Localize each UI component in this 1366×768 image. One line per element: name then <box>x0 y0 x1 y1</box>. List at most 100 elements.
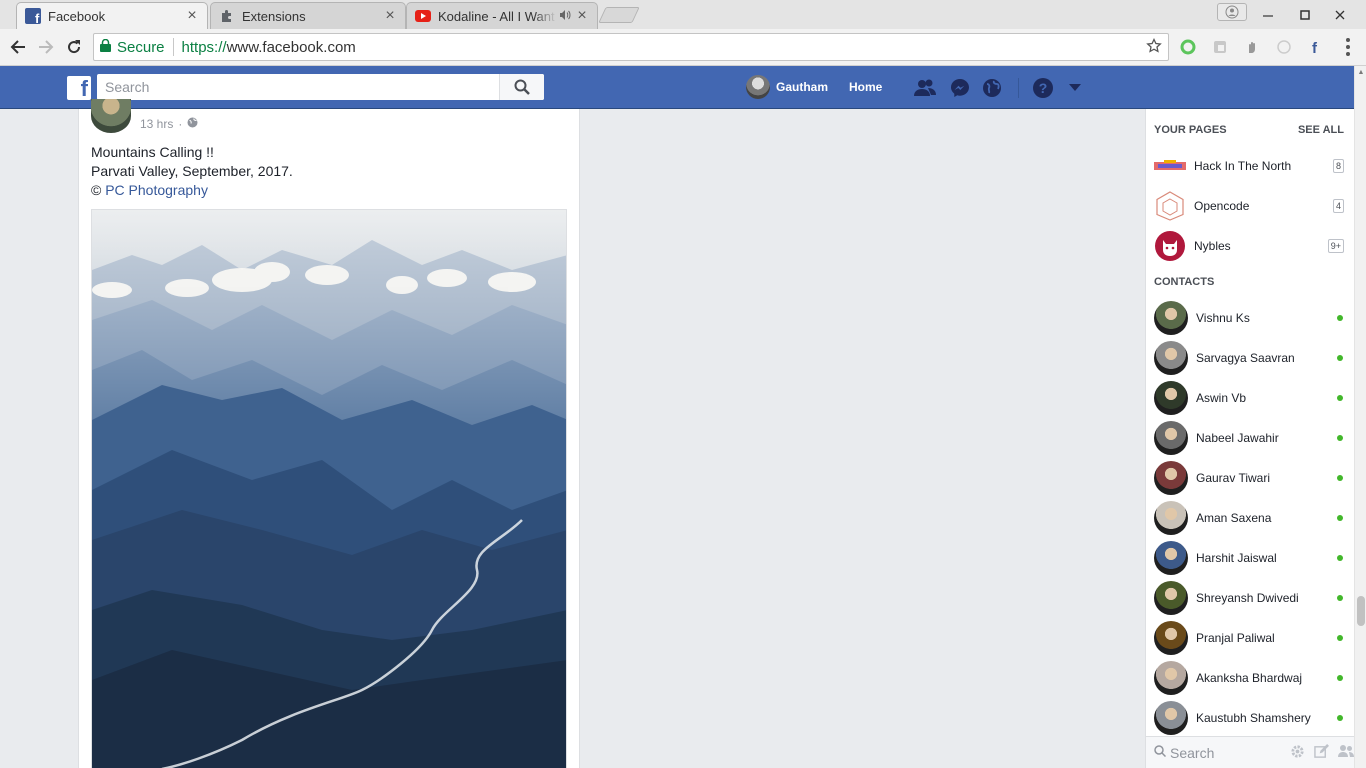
online-status-icon <box>1337 595 1343 601</box>
svg-text:f: f <box>35 11 40 24</box>
home-link[interactable]: Home <box>849 80 882 94</box>
extension-green-ring-icon[interactable] <box>1180 39 1196 55</box>
close-tab-icon[interactable]: × <box>575 7 589 25</box>
avatar <box>746 75 770 99</box>
online-status-icon <box>1337 715 1343 721</box>
address-bar[interactable]: Secure https://www.facebook.com <box>93 33 1169 61</box>
post-timestamp: 13 hrs · <box>140 117 198 131</box>
contact-name: Pranjal Paliwal <box>1196 631 1275 645</box>
avatar <box>1154 661 1188 695</box>
tab-title: Facebook <box>48 8 106 24</box>
search-button[interactable] <box>499 74 544 100</box>
page-name: Opencode <box>1194 199 1250 213</box>
account-dropdown-icon[interactable] <box>1064 77 1086 99</box>
page-name: Hack In The North <box>1194 159 1292 173</box>
page-item-nybles[interactable]: Nybles 9+ <box>1154 228 1344 264</box>
see-all-link[interactable]: SEE ALL <box>1298 124 1344 136</box>
new-message-icon[interactable] <box>1314 743 1329 762</box>
page-scrollbar[interactable]: ▲ <box>1354 66 1366 768</box>
lock-icon <box>100 38 111 56</box>
contact-item[interactable]: Aswin Vb <box>1154 378 1346 418</box>
extension-facebook-icon[interactable]: f <box>1308 39 1324 55</box>
tab-extensions[interactable]: Extensions × <box>210 2 406 29</box>
contact-name: Vishnu Ks <box>1196 311 1250 325</box>
contact-item[interactable]: Akanksha Bhardwaj <box>1154 658 1346 698</box>
chrome-menu-icon[interactable] <box>1344 38 1352 56</box>
contact-name: Sarvagya Saavran <box>1196 351 1295 365</box>
contact-item[interactable]: Pranjal Paliwal <box>1154 618 1346 658</box>
help-icon[interactable]: ? <box>1032 77 1054 99</box>
scrollbar-thumb[interactable] <box>1357 596 1365 626</box>
svg-text:?: ? <box>1039 80 1048 96</box>
maximize-icon[interactable] <box>1287 0 1323 29</box>
forward-arrow-icon[interactable] <box>36 37 56 57</box>
avatar <box>1154 541 1188 575</box>
contact-item[interactable]: Kaustubh Shamshery <box>1154 698 1346 738</box>
post-body: Mountains Calling !! Parvati Valley, Sep… <box>91 143 293 200</box>
page-name: Nybles <box>1194 239 1231 253</box>
avatar <box>1154 341 1188 375</box>
puzzle-icon <box>219 8 235 24</box>
search-icon <box>1154 745 1167 760</box>
messenger-icon[interactable] <box>949 77 971 99</box>
contact-name: Nabeel Jawahir <box>1196 431 1279 445</box>
secure-label: Secure <box>117 38 165 56</box>
online-status-icon <box>1337 675 1343 681</box>
extension-hand-icon[interactable] <box>1244 39 1260 55</box>
online-status-icon <box>1337 315 1343 321</box>
svg-text:f: f <box>1312 40 1318 55</box>
contact-item[interactable]: Vishnu Ks <box>1154 298 1346 338</box>
online-status-icon <box>1337 475 1343 481</box>
bookmark-star-icon[interactable] <box>1146 37 1162 58</box>
facebook-logo-icon[interactable]: f <box>67 76 91 100</box>
right-sidebar: YOUR PAGES SEE ALL Hack In The North 8 O… <box>1145 109 1355 768</box>
close-tab-icon[interactable]: × <box>383 7 397 25</box>
close-window-icon[interactable] <box>1322 0 1358 29</box>
scroll-up-icon[interactable]: ▲ <box>1357 69 1365 77</box>
facebook-search-input[interactable] <box>97 75 499 99</box>
online-status-icon <box>1337 515 1343 521</box>
tab-facebook[interactable]: f Facebook × <box>16 2 208 29</box>
chat-search-input[interactable] <box>1166 744 1276 761</box>
globe-privacy-icon[interactable] <box>187 117 198 131</box>
close-tab-icon[interactable]: × <box>185 7 199 25</box>
extension-grey-icon[interactable] <box>1212 39 1228 55</box>
post-text-line: Mountains Calling !! <box>91 144 214 160</box>
contact-item[interactable]: Shreyansh Dwivedi <box>1154 578 1346 618</box>
online-status-icon <box>1337 355 1343 361</box>
contact-name: Gaurav Tiwari <box>1196 471 1271 485</box>
back-arrow-icon[interactable] <box>8 37 28 57</box>
online-status-icon <box>1337 395 1343 401</box>
browser-tabstrip: f Facebook × Extensions × Kodaline - All… <box>0 0 1366 29</box>
speaker-icon <box>559 9 571 24</box>
contact-item[interactable]: Nabeel Jawahir <box>1154 418 1346 458</box>
group-chat-icon[interactable] <box>1338 744 1354 762</box>
avatar <box>1154 581 1188 615</box>
profile-link[interactable]: Gautham <box>746 75 828 99</box>
facebook-header: f Gautham Home ? <box>0 66 1354 109</box>
new-tab-button[interactable] <box>598 7 640 23</box>
notifications-globe-icon[interactable] <box>981 77 1003 99</box>
minimize-icon[interactable] <box>1250 0 1286 29</box>
friend-requests-icon[interactable] <box>914 77 936 99</box>
notification-count: 9+ <box>1327 239 1344 253</box>
contact-item[interactable]: Aman Saxena <box>1154 498 1346 538</box>
contact-item[interactable]: Harshit Jaiswal <box>1154 538 1346 578</box>
url-host: www.facebook.com <box>226 38 356 56</box>
profile-icon[interactable] <box>1217 3 1247 21</box>
facebook-search-box <box>97 74 544 100</box>
avatar <box>1154 621 1188 655</box>
post-time[interactable]: 13 hrs <box>140 117 173 131</box>
tab-youtube[interactable]: Kodaline - All I Want × <box>406 2 598 29</box>
post-author-avatar[interactable] <box>91 99 131 133</box>
page-item-hack-in-the-north[interactable]: Hack In The North 8 <box>1154 148 1344 184</box>
contact-item[interactable]: Gaurav Tiwari <box>1154 458 1346 498</box>
page-item-opencode[interactable]: Opencode 4 <box>1154 188 1344 224</box>
post-photo[interactable] <box>91 209 567 768</box>
reload-icon[interactable] <box>64 37 84 57</box>
contact-item[interactable]: Sarvagya Saavran <box>1154 338 1346 378</box>
contact-name: Aman Saxena <box>1196 511 1272 525</box>
gear-icon[interactable] <box>1290 744 1305 762</box>
extension-circle-icon[interactable] <box>1276 39 1292 55</box>
credit-link[interactable]: PC Photography <box>105 182 208 198</box>
